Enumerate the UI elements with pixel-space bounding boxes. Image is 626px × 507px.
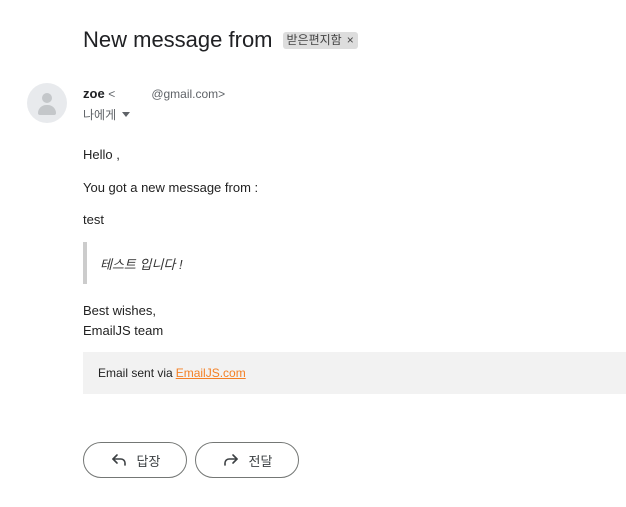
greeting-text: Hello , [83, 147, 120, 162]
person-icon-body [38, 105, 56, 115]
sender-avatar[interactable] [27, 83, 67, 123]
message-quote: 테스트 입니다 ! [83, 242, 283, 284]
intro-text: You got a new message from : [83, 180, 259, 195]
forward-arrow-icon [223, 454, 238, 466]
forward-button[interactable]: 전달 [195, 442, 299, 478]
reply-label: 답장 [136, 453, 161, 469]
sender-label-text: test [83, 212, 104, 227]
recipient-label: 나에게 [83, 108, 117, 122]
chevron-down-icon [122, 112, 131, 117]
inbox-label-text: 받은편지함 [286, 32, 342, 47]
signoff-line-2: EmailJS team [83, 323, 164, 338]
inbox-label-chip[interactable]: 받은편지함 × [282, 31, 358, 49]
remove-label-icon[interactable]: × [347, 32, 354, 49]
forward-label: 전달 [248, 453, 273, 469]
email-view: New message from 받은편지함 × zoe < @gmail.com… [0, 0, 626, 507]
sender-email-suffix: @gmail.com> [151, 87, 226, 101]
sender-email-prefix: < [108, 87, 116, 101]
signoff-line-1: Best wishes, [83, 303, 156, 318]
footer-prefix: Email sent via [98, 366, 173, 380]
subject-row: New message from 받은편지함 × [83, 27, 358, 53]
signoff: Best wishes, EmailJS team [83, 301, 163, 341]
emailjs-link[interactable]: EmailJS.com [176, 366, 246, 380]
sender-email: < @gmail.com> [108, 87, 225, 101]
email-subject: New message from [83, 27, 273, 52]
reply-button[interactable]: 답장 [83, 442, 187, 478]
reply-arrow-icon [111, 454, 126, 466]
quote-text: 테스트 입니다 ! [100, 256, 183, 272]
footer-box: Email sent via EmailJS.com [83, 352, 626, 394]
recipient-toggle[interactable]: 나에게 [83, 106, 131, 123]
person-icon-head [42, 93, 52, 103]
sender-line: zoe < @gmail.com> [83, 86, 225, 101]
sender-name[interactable]: zoe [83, 86, 105, 101]
